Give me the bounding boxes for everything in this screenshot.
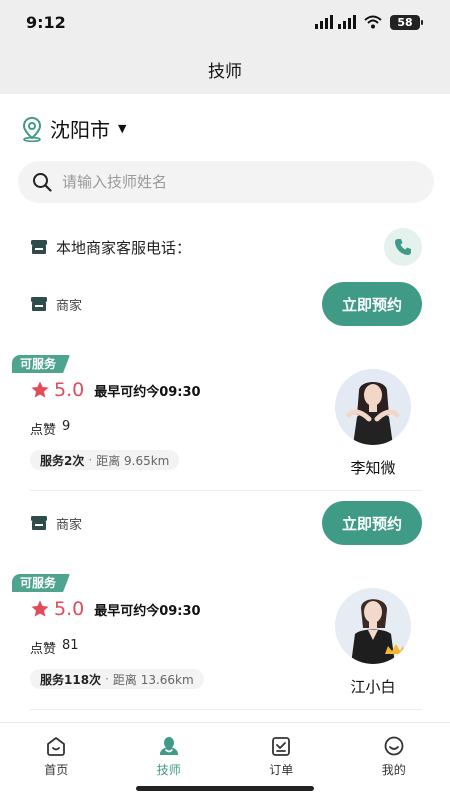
profile-icon: [384, 736, 404, 756]
available-badge: 可服务: [12, 355, 71, 373]
likes-row: 点赞 81: [30, 638, 79, 657]
technician-name: 李知微: [350, 459, 396, 477]
customer-service-label: 本地商家客服电话：: [56, 238, 192, 257]
home-icon: [47, 737, 66, 756]
search-input[interactable]: [62, 173, 392, 191]
avatar[interactable]: [335, 588, 411, 664]
page-title: 技师: [208, 61, 242, 82]
separator-dot: ·: [105, 672, 109, 686]
served-count: 服务118次: [40, 672, 102, 687]
status-icons: 58: [315, 14, 423, 30]
city-name: 沈阳市: [50, 118, 110, 142]
star-icon: [31, 381, 49, 398]
technician-icon: [159, 737, 178, 755]
likes-label: 点赞: [30, 642, 57, 657]
status-time: 9:12: [26, 12, 66, 32]
technician-name: 江小白: [350, 678, 396, 696]
star-icon: [31, 600, 49, 617]
likes-count: 9: [62, 419, 71, 434]
tab-home[interactable]: 首页: [0, 723, 113, 800]
store-icon: [31, 240, 47, 254]
status-bar: 9:12 58: [0, 0, 450, 44]
earliest-available: 最早可约今09:30: [94, 384, 201, 400]
home-indicator: [136, 786, 314, 791]
likes-count: 81: [62, 638, 79, 653]
tab-label: 首页: [44, 763, 69, 777]
customer-service-row: 本地商家客服电话：: [30, 228, 422, 266]
book-now-button[interactable]: 立即预约: [322, 501, 422, 545]
likes-row: 点赞 9: [30, 419, 70, 438]
caret-down-icon: ▼: [118, 122, 127, 135]
navigation-bar: 技师: [0, 44, 450, 94]
service-stats-pill: 服务118次 · 距离 13.66km: [30, 669, 204, 689]
store-icon: [31, 297, 47, 311]
divider: [30, 490, 422, 491]
technician-card[interactable]: 可服务 5.0 最早可约今09:30 点赞 81 服务118次 · 距离 13.…: [0, 574, 450, 704]
call-button[interactable]: [384, 228, 422, 266]
order-icon: [272, 737, 291, 756]
rating-row: 5.0 最早可约今09:30: [30, 598, 201, 620]
city-selector[interactable]: 沈阳市 ▼: [20, 114, 126, 143]
technician-card[interactable]: 可服务 5.0 最早可约今09:30 点赞 9 服务2次 · 距离 9.65km…: [0, 355, 450, 485]
served-count: 服务2次: [40, 453, 85, 468]
distance: 距离 9.65km: [96, 453, 170, 468]
phone-icon: [395, 239, 411, 255]
earliest-available: 最早可约今09:30: [94, 603, 201, 619]
likes-label: 点赞: [30, 423, 57, 438]
divider: [30, 709, 422, 710]
tab-label: 我的: [381, 763, 406, 777]
rating-score: 5.0: [54, 598, 85, 620]
tab-label: 技师: [156, 763, 181, 777]
available-badge: 可服务: [12, 574, 71, 592]
tab-profile[interactable]: 我的: [338, 723, 450, 800]
store-icon: [31, 516, 47, 530]
location-pin-icon: [22, 116, 42, 142]
wifi-icon: [364, 15, 382, 29]
avatar-photo: [335, 369, 411, 445]
signal-icon: [315, 15, 356, 29]
tab-label: 订单: [269, 763, 294, 777]
merchant-row: 商家 立即预约: [30, 501, 422, 545]
merchant-label: 商家: [56, 298, 83, 314]
book-now-button[interactable]: 立即预约: [322, 282, 422, 326]
search-bar[interactable]: [18, 161, 434, 203]
distance: 距离 13.66km: [112, 672, 194, 687]
rating-row: 5.0 最早可约今09:30: [30, 379, 201, 401]
service-stats-pill: 服务2次 · 距离 9.65km: [30, 450, 180, 470]
battery-icon: 58: [390, 14, 423, 30]
merchant-row: 商家 立即预约: [30, 282, 422, 326]
separator-dot: ·: [88, 453, 93, 467]
avatar[interactable]: [335, 369, 411, 445]
avatar-photo: [335, 588, 411, 664]
rating-score: 5.0: [54, 379, 85, 401]
merchant-label: 商家: [56, 517, 83, 533]
search-icon: [33, 173, 52, 192]
